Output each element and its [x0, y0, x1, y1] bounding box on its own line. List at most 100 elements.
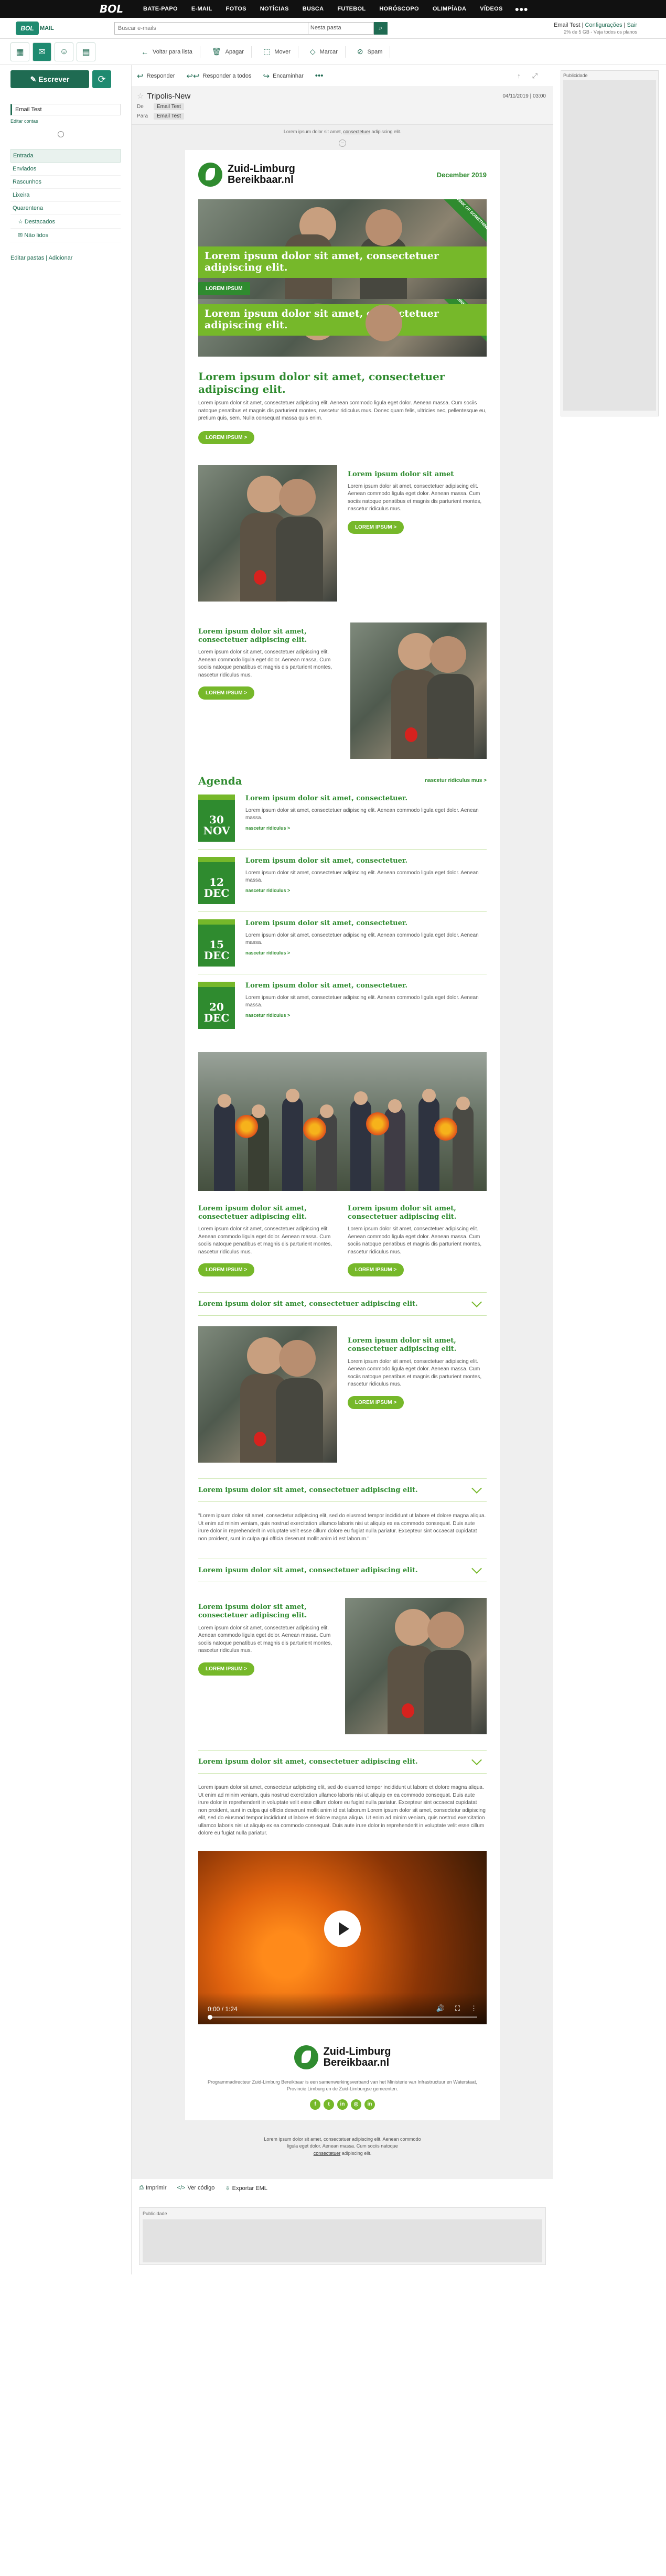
chevron-down-icon[interactable]	[471, 1563, 482, 1574]
nav-link-chat[interactable]: BATE-PAPO	[143, 6, 178, 12]
more-actions-button[interactable]: •••	[315, 71, 324, 80]
chevron-down-icon[interactable]	[471, 1296, 482, 1307]
linkedin-icon[interactable]: in	[337, 2099, 348, 2110]
volume-icon[interactable]: 🔊	[436, 2004, 445, 2013]
video-progress-slider[interactable]	[208, 2014, 477, 2020]
compose-button[interactable]: ✎ Escrever	[10, 70, 89, 88]
more-icon[interactable]: ●●●	[515, 5, 528, 13]
two-column-text: Lorem ipsum dolor sit amet, consectetuer…	[198, 1205, 487, 1276]
fullscreen-icon[interactable]: ⛶	[455, 2004, 460, 2013]
twitter-icon[interactable]: t	[324, 2099, 334, 2110]
mail-icon[interactable]: ✉	[33, 42, 51, 61]
nav-link-football[interactable]: FUTEBOL	[337, 6, 366, 12]
export-eml-button[interactable]: ⇩ Exportar EML	[225, 2185, 267, 2192]
article-button[interactable]: LOREM IPSUM >	[348, 520, 404, 534]
nav-link-videos[interactable]: VÍDEOS	[480, 6, 502, 12]
view-source-button[interactable]: </> Ver código	[177, 2185, 215, 2192]
calendar-icon[interactable]: ▤	[77, 42, 95, 61]
nav-link-email[interactable]: E-MAIL	[191, 6, 212, 12]
preheader-link[interactable]: consectetuer	[343, 129, 370, 134]
portal-logo[interactable]: BOL	[100, 3, 136, 15]
ad-slot[interactable]	[563, 80, 656, 411]
recipient-chip[interactable]: Email Test	[154, 113, 184, 120]
newsletter-logo[interactable]: Zuid-Limburg Bereikbaar.nl	[198, 163, 295, 187]
linkedin-icon[interactable]: in	[364, 2099, 375, 2110]
search-input[interactable]	[114, 22, 308, 35]
edit-folders-link[interactable]: Editar pastas | Adicionar	[10, 255, 121, 261]
folder-drafts[interactable]: Rascunhos	[10, 176, 121, 189]
article-button[interactable]: LOREM IPSUM >	[348, 1396, 404, 1409]
article-image[interactable]	[350, 622, 487, 759]
folder-quarantine[interactable]: Quarentena	[10, 202, 121, 215]
reply-all-button[interactable]: ↩↩ Responder a todos	[186, 71, 251, 81]
nav-link-olympics[interactable]: OLIMPÍADA	[433, 6, 466, 12]
event-link[interactable]: nascetur ridiculus >	[245, 825, 487, 831]
video-player[interactable]: 0:00 / 1:24 🔊 ⛶ ⋮	[198, 1851, 487, 2024]
article-button[interactable]: LOREM IPSUM >	[198, 1662, 255, 1676]
folder-sent[interactable]: Enviados	[10, 163, 121, 176]
hero-button[interactable]: LOREM IPSUM	[198, 282, 250, 295]
agenda-link[interactable]: nascetur ridiculus mus >	[425, 778, 487, 783]
logout-link[interactable]: Sair	[627, 22, 637, 28]
ad-slot[interactable]	[143, 2219, 542, 2262]
forward-button[interactable]: ↪ Encaminhar	[263, 71, 304, 81]
event-link[interactable]: nascetur ridiculus >	[245, 888, 487, 893]
edit-accounts-link[interactable]: Editar contas	[10, 119, 121, 124]
article-title: Lorem ipsum dolor sit amet, consectetuer…	[198, 1603, 307, 1620]
article-button[interactable]: LOREM IPSUM >	[198, 686, 255, 700]
mail-logo[interactable]: BOL MAIL	[16, 21, 54, 35]
folder-unread[interactable]: ✉ Não lidos	[10, 229, 121, 242]
search-button[interactable]: ⌕	[373, 22, 388, 35]
account-selector[interactable]: Email Test	[10, 104, 121, 115]
group-photo[interactable]	[198, 1051, 487, 1191]
event-link[interactable]: nascetur ridiculus >	[245, 1013, 487, 1018]
nav-link-search[interactable]: BUSCA	[303, 6, 324, 12]
article-image[interactable]	[198, 465, 337, 602]
sender-chip[interactable]: Email Test	[154, 103, 184, 110]
instagram-icon[interactable]: ◎	[351, 2099, 361, 2110]
search-scope-select[interactable]: Nesta pasta	[308, 22, 374, 35]
reply-button[interactable]: ↩ Responder	[137, 71, 175, 81]
nav-link-horoscope[interactable]: HORÓSCOPO	[379, 6, 418, 12]
settings-link[interactable]: Configurações	[585, 22, 622, 28]
folder-trash[interactable]: Lixeira	[10, 189, 121, 202]
accordion-header[interactable]: Lorem ipsum dolor sit amet, consectetuer…	[198, 1750, 487, 1774]
print-button[interactable]: ⎙ Imprimir	[139, 2185, 167, 2192]
unsubscribe-link[interactable]: consectetuer	[314, 2151, 341, 2156]
back-to-list-button[interactable]: ← Voltar para lista	[134, 46, 200, 58]
article-image[interactable]	[345, 1598, 487, 1734]
nav-link-news[interactable]: NOTÍCIAS	[260, 6, 289, 12]
column-button[interactable]: LOREM IPSUM >	[198, 1263, 255, 1276]
grid-icon[interactable]: ▦	[10, 42, 29, 61]
accordion-header[interactable]: Lorem ipsum dolor sit amet, consectetuer…	[198, 1478, 487, 1502]
hero-image-secondary[interactable]: THINK OF SOMETHING Lorem ipsum dolor sit…	[198, 299, 487, 357]
chevron-down-icon[interactable]	[471, 1483, 482, 1494]
star-icon[interactable]: ☆	[137, 92, 144, 101]
article-image[interactable]	[198, 1326, 337, 1463]
face	[320, 1104, 334, 1118]
facebook-icon[interactable]: f	[310, 2099, 320, 2110]
event-link[interactable]: nascetur ridiculus >	[245, 950, 487, 956]
footer-logo[interactable]: Zuid-Limburg Bereikbaar.nl	[198, 2045, 487, 2069]
previous-message-icon[interactable]: ↑	[517, 72, 521, 80]
folder-inbox[interactable]: Entrada	[10, 149, 121, 163]
email-body-container: Lorem ipsum dolor sit amet, consectetuer…	[132, 125, 553, 2178]
accordion-header[interactable]: Lorem ipsum dolor sit amet, consectetuer…	[198, 1292, 487, 1316]
contacts-icon[interactable]: ☺	[55, 42, 73, 61]
move-button[interactable]: ⬚ Mover	[256, 46, 298, 58]
zoom-icon[interactable]	[339, 139, 346, 147]
mark-button[interactable]: ◇ Marcar	[303, 46, 346, 58]
intro-button[interactable]: LOREM IPSUM >	[198, 431, 255, 444]
chevron-down-icon[interactable]	[471, 1754, 482, 1765]
delete-button[interactable]: 🗑 Apagar	[205, 46, 252, 58]
play-icon[interactable]	[324, 1910, 361, 1947]
expand-icon[interactable]: ⤢	[532, 72, 538, 80]
refresh-button[interactable]: ⟳	[92, 70, 111, 88]
spam-button[interactable]: ⊘ Spam	[350, 46, 391, 58]
column-button[interactable]: LOREM IPSUM >	[348, 1263, 404, 1276]
video-menu-icon[interactable]: ⋮	[470, 2004, 477, 2013]
folder-starred[interactable]: ☆ Destacados	[10, 215, 121, 229]
nav-link-photos[interactable]: FOTOS	[226, 6, 246, 12]
accordion-header[interactable]: Lorem ipsum dolor sit amet, consectetuer…	[198, 1559, 487, 1582]
hero-image[interactable]: THINK OF SOMETHING Lorem ipsum dolor sit…	[198, 199, 487, 299]
